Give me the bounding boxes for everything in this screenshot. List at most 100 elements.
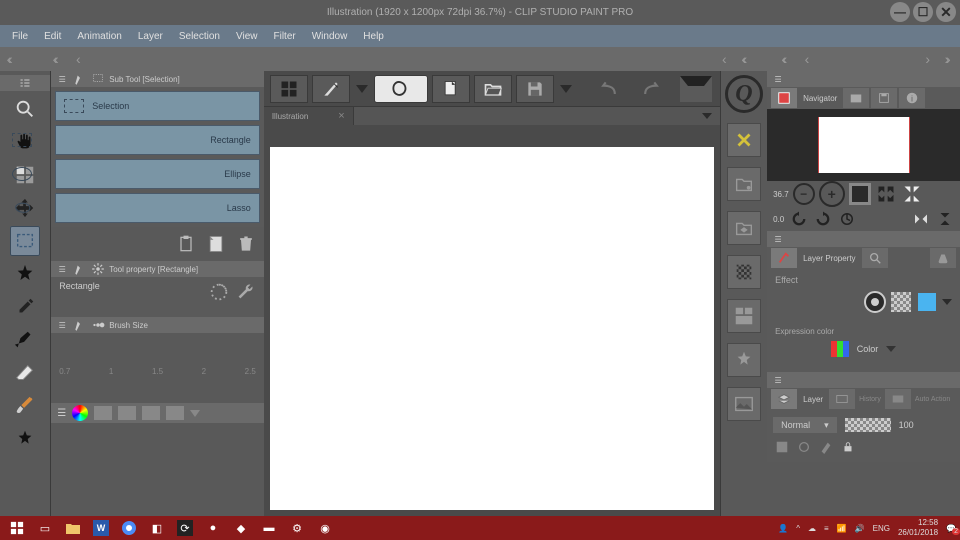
- collapse-left-icon[interactable]: ‹‹: [0, 51, 22, 67]
- magnifier-tool[interactable]: [10, 94, 40, 124]
- color-wheel-icon[interactable]: [72, 405, 88, 421]
- reference-layer-icon[interactable]: [797, 440, 811, 454]
- brush-size-body[interactable]: 0.7 1 1.5 2 2.5: [51, 333, 264, 403]
- menu-filter[interactable]: Filter: [273, 31, 295, 42]
- info-tab[interactable]: i: [899, 88, 925, 108]
- tray-cloud-icon[interactable]: ☁: [808, 524, 816, 533]
- border-effect-button[interactable]: [864, 291, 886, 313]
- color-swatch-1[interactable]: [94, 406, 112, 420]
- rotate-cw-icon[interactable]: [814, 210, 832, 228]
- new-page-icon[interactable]: [206, 234, 226, 254]
- prev-left-icon[interactable]: ‹: [68, 51, 89, 67]
- clip-studio-button[interactable]: [312, 75, 350, 103]
- brush-size-header[interactable]: ☰ Brush Size: [51, 317, 264, 333]
- navigator-tab[interactable]: [771, 88, 797, 108]
- layer-property-tab[interactable]: [771, 248, 797, 268]
- layer-property-header[interactable]: ☰: [767, 231, 960, 247]
- collapse-right2-icon[interactable]: ‹‹: [735, 51, 757, 67]
- animation-cels-tab[interactable]: [829, 389, 855, 409]
- expand-dock-icon[interactable]: ››: [938, 51, 960, 67]
- toolbar-menu-icon[interactable]: [680, 76, 712, 102]
- tray-notifications-icon[interactable]: 💬2: [946, 524, 956, 533]
- canvas-viewport[interactable]: [264, 125, 720, 516]
- subtool-ellipse[interactable]: Ellipse: [55, 159, 260, 189]
- dropdown-icon[interactable]: [560, 85, 572, 93]
- wrench-icon[interactable]: [234, 281, 256, 303]
- subtool-rectangle[interactable]: Rectangle: [55, 125, 260, 155]
- canvas[interactable]: [270, 147, 714, 510]
- layer-color-button[interactable]: [916, 291, 938, 313]
- panel-menu-icon[interactable]: ☰: [57, 408, 66, 419]
- color-swatch-2[interactable]: [118, 406, 136, 420]
- app2-taskbar-icon[interactable]: ●: [200, 518, 226, 538]
- history-tab[interactable]: [885, 389, 911, 409]
- eraser-tool[interactable]: [10, 358, 40, 388]
- panel-menu-icon[interactable]: ☰: [771, 232, 785, 246]
- subtool-panel-header[interactable]: ☰ Sub Tool [Selection]: [51, 71, 264, 87]
- selection-tool[interactable]: [10, 226, 40, 256]
- navigator-body[interactable]: [767, 109, 960, 181]
- tone-effect-button[interactable]: [890, 291, 912, 313]
- history-tab-label[interactable]: History: [859, 396, 881, 403]
- tray-bt-icon[interactable]: ≡: [824, 524, 829, 533]
- dropdown-icon[interactable]: [356, 85, 368, 93]
- tray-up-icon[interactable]: ^: [796, 524, 800, 533]
- canvas-tab[interactable]: Illustration ×: [264, 107, 354, 125]
- app4-taskbar-icon[interactable]: ▬: [256, 518, 282, 538]
- next-dock-icon[interactable]: ›: [917, 51, 938, 67]
- color-swatch-3[interactable]: [142, 406, 160, 420]
- actual-size-button[interactable]: [901, 183, 923, 205]
- maximize-button[interactable]: ☐: [913, 2, 933, 22]
- prev-dock-icon[interactable]: ‹: [797, 51, 818, 67]
- subtool-selection[interactable]: Selection: [55, 91, 260, 121]
- auto-select-tool[interactable]: [10, 259, 40, 289]
- word-taskbar-icon[interactable]: W: [88, 518, 114, 538]
- menu-edit[interactable]: Edit: [44, 31, 61, 42]
- dropdown-icon[interactable]: [886, 346, 896, 352]
- subview-tab[interactable]: [843, 88, 869, 108]
- fit-screen-button[interactable]: [849, 183, 871, 205]
- draft-layer-icon[interactable]: [819, 440, 833, 454]
- menu-view[interactable]: View: [236, 31, 258, 42]
- new-file-button[interactable]: [432, 75, 470, 103]
- explorer-taskbar-icon[interactable]: [60, 518, 86, 538]
- minimize-button[interactable]: —: [890, 2, 910, 22]
- menu-selection[interactable]: Selection: [179, 31, 220, 42]
- blend-mode-select[interactable]: Normal ▾: [773, 417, 837, 433]
- dock-3d-button[interactable]: [727, 211, 761, 245]
- menu-animation[interactable]: Animation: [77, 31, 121, 42]
- panel-menu-icon[interactable]: ☰: [771, 72, 785, 86]
- dropdown-icon[interactable]: [190, 410, 200, 417]
- new-canvas-button[interactable]: [374, 75, 428, 103]
- app3-taskbar-icon[interactable]: ◆: [228, 518, 254, 538]
- tab-dropdown-icon[interactable]: [702, 113, 712, 119]
- dock-materials-button[interactable]: [727, 123, 761, 157]
- collapse-dock-icon[interactable]: ‹‹: [775, 51, 797, 67]
- tray-people-icon[interactable]: 👤: [778, 524, 788, 533]
- tool-property-header[interactable]: ☰ Tool property [Rectangle]: [51, 261, 264, 277]
- app1-taskbar-icon[interactable]: ◧: [144, 518, 170, 538]
- tray-lang[interactable]: ENG: [873, 524, 890, 533]
- menu-file[interactable]: File: [12, 31, 28, 42]
- panel-menu-icon[interactable]: ☰: [55, 318, 69, 332]
- grid-view-button[interactable]: [270, 75, 308, 103]
- sack-tab[interactable]: [930, 248, 956, 268]
- flip-v-icon[interactable]: [936, 210, 954, 228]
- zoom-in-button[interactable]: +: [819, 181, 845, 207]
- collapse-left2-icon[interactable]: ‹‹: [46, 51, 68, 67]
- expression-color-select[interactable]: Color: [775, 340, 952, 358]
- dock-pattern-button[interactable]: [727, 255, 761, 289]
- chrome-taskbar-icon[interactable]: [116, 518, 142, 538]
- dock-effect-button[interactable]: [727, 343, 761, 377]
- clip-studio-taskbar-icon[interactable]: ⟳: [172, 518, 198, 538]
- lock-icon[interactable]: [841, 440, 855, 454]
- undo-button[interactable]: [590, 75, 628, 103]
- clip-mask-icon[interactable]: [775, 440, 789, 454]
- auto-action-label[interactable]: Auto Action: [915, 396, 950, 403]
- tray-wifi-icon[interactable]: 📶: [837, 524, 847, 533]
- flip-h-icon[interactable]: [912, 210, 930, 228]
- item-bank-tab[interactable]: [871, 88, 897, 108]
- settings-taskbar-icon[interactable]: ⚙: [284, 518, 310, 538]
- subtool-lasso[interactable]: Lasso: [55, 193, 260, 223]
- pen-tool[interactable]: [10, 325, 40, 355]
